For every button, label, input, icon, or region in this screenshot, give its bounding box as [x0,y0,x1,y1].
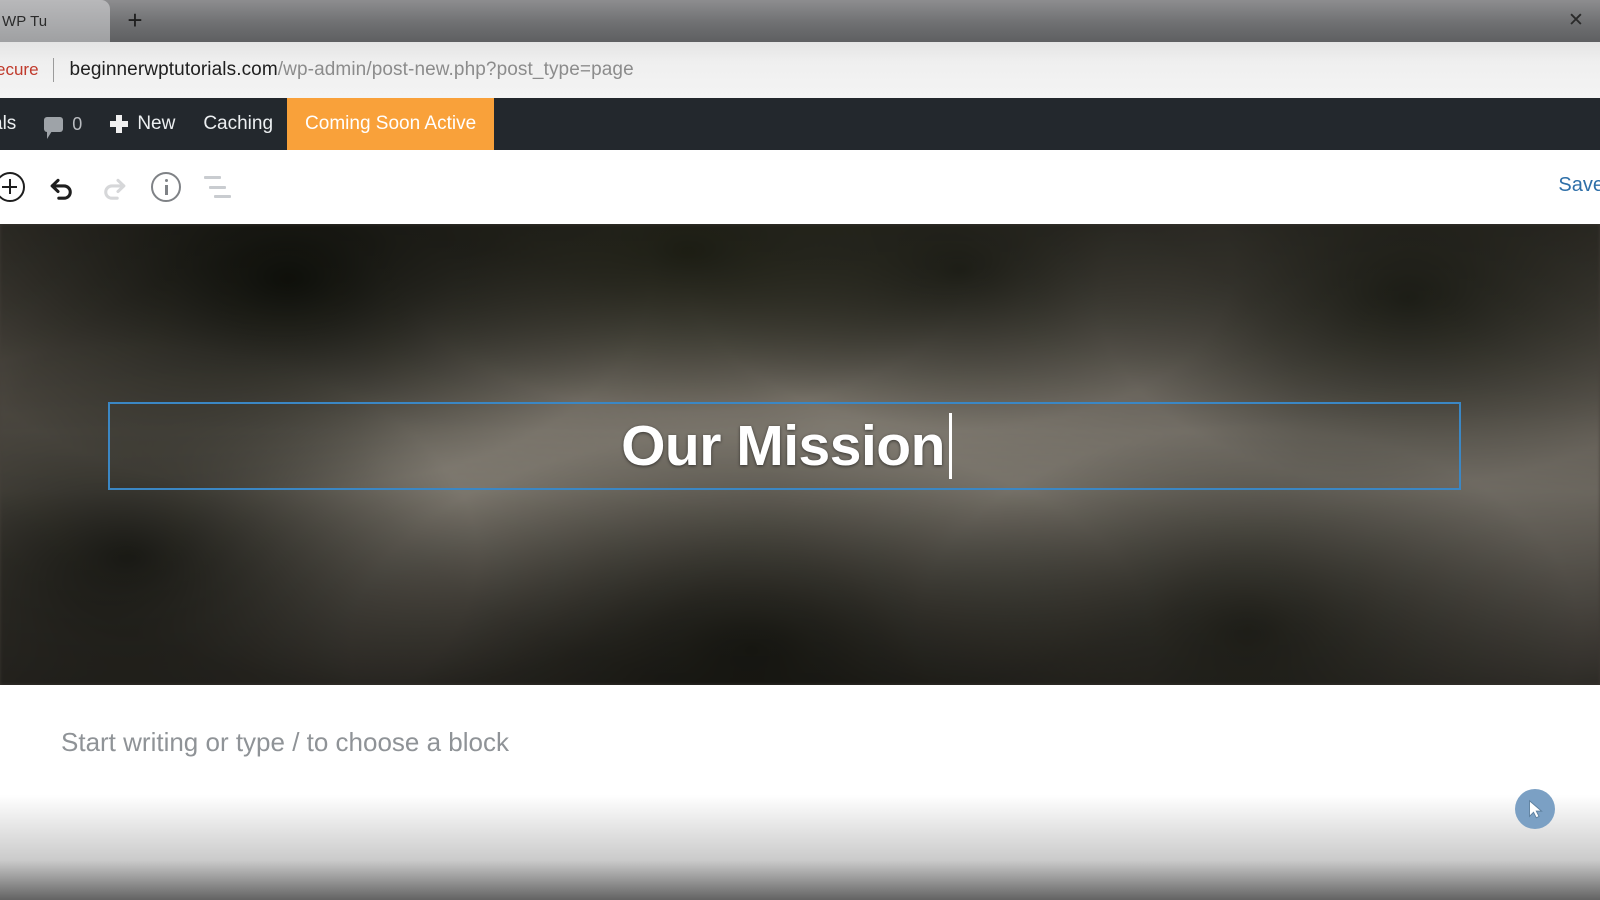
undo-arrow-icon [50,178,72,200]
list-view-icon [204,176,232,198]
redo-arrow-icon [104,178,126,200]
editor-canvas-body: Start writing or type / to choose a bloc… [0,685,1600,900]
url-host: beginnerwptutorials.com [69,59,278,80]
viewport-bottom-fade [0,795,1600,900]
status-badge[interactable]: Coming Soon Active [287,98,495,150]
wp-admin-bar: als 0 New Caching Coming Soon Active [0,98,1600,150]
undo-button[interactable] [36,161,88,213]
browser-tab-title: WP Tu [2,12,48,30]
plus-icon [110,115,129,133]
security-status-label: ecure [0,60,39,79]
info-circle-icon [151,172,181,202]
url-divider [52,58,54,82]
add-block-button[interactable] [0,161,36,213]
circle-plus-icon [0,172,25,202]
url-path: /wp-admin/post-new.php?post_type=page [277,59,634,80]
browser-tab[interactable]: WP Tu [0,0,110,42]
adminbar-caching[interactable]: Caching [189,98,287,150]
browser-window: WP Tu ✕ + ecure beginnerwptutorials.com/… [0,0,1600,900]
adminbar-caching-label: Caching [203,113,274,134]
adminbar-new[interactable]: New [96,98,189,150]
adminbar-comments-count: 0 [72,113,83,134]
adminbar-new-label: New [137,113,176,134]
list-view-button[interactable] [192,161,244,213]
adminbar-site-name[interactable]: als [0,98,30,150]
heading-text-value: Our Mission [621,414,945,478]
redo-button[interactable] [88,161,140,213]
save-draft-button[interactable]: Save [1558,174,1600,197]
adminbar-comments[interactable]: 0 [30,98,96,150]
heading-block-text[interactable]: Our Mission [621,413,952,479]
details-button[interactable] [140,161,192,213]
heading-block[interactable]: Our Mission [108,402,1461,490]
status-badge-label: Coming Soon Active [305,113,477,134]
browser-url-bar[interactable]: ecure beginnerwptutorials.com/wp-admin/p… [0,42,1600,98]
browser-tab-strip: WP Tu ✕ + [0,0,1600,42]
editor-toolbar: Save [0,150,1600,224]
close-icon[interactable]: ✕ [1566,11,1586,31]
cover-block[interactable]: Our Mission [0,224,1600,685]
address-bar-text[interactable]: beginnerwptutorials.com/wp-admin/post-ne… [70,59,634,81]
paragraph-block-placeholder[interactable]: Start writing or type / to choose a bloc… [61,727,509,758]
comment-bubble-icon [44,116,64,139]
text-caret [948,413,952,479]
new-tab-icon[interactable]: + [120,6,150,36]
adminbar-site-name-label: als [0,113,17,134]
